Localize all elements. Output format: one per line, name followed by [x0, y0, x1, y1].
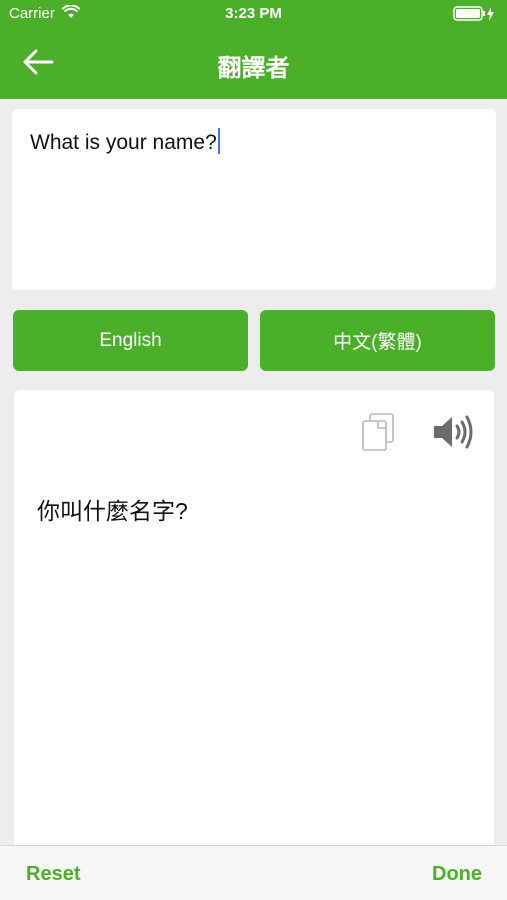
copy-icon[interactable]	[361, 412, 395, 452]
source-text-line[interactable]: What is your name?	[30, 128, 220, 155]
source-language-button[interactable]: English	[13, 310, 248, 371]
source-language-label: English	[99, 329, 162, 351]
text-cursor	[217, 128, 220, 154]
status-bar: Carrier 3:23 PM	[0, 0, 507, 26]
source-text: What is your name?	[30, 131, 217, 154]
target-language-button[interactable]: 中文(繁體)	[260, 310, 495, 371]
source-text-area[interactable]: What is your name?	[12, 109, 496, 290]
navigation-bar: 翻譯者	[0, 26, 507, 99]
translation-output-card: 你叫什麼名字?	[14, 390, 494, 860]
reset-button[interactable]: Reset	[26, 863, 80, 886]
target-language-label: 中文(繁體)	[333, 332, 422, 353]
status-time: 3:23 PM	[225, 5, 282, 22]
speaker-icon[interactable]	[432, 413, 474, 451]
done-button[interactable]: Done	[432, 863, 482, 886]
battery-icon	[453, 6, 497, 26]
translation-text: 你叫什麼名字?	[37, 498, 188, 524]
bottom-toolbar: Reset Done	[0, 845, 507, 900]
page-title: 翻譯者	[217, 55, 290, 82]
